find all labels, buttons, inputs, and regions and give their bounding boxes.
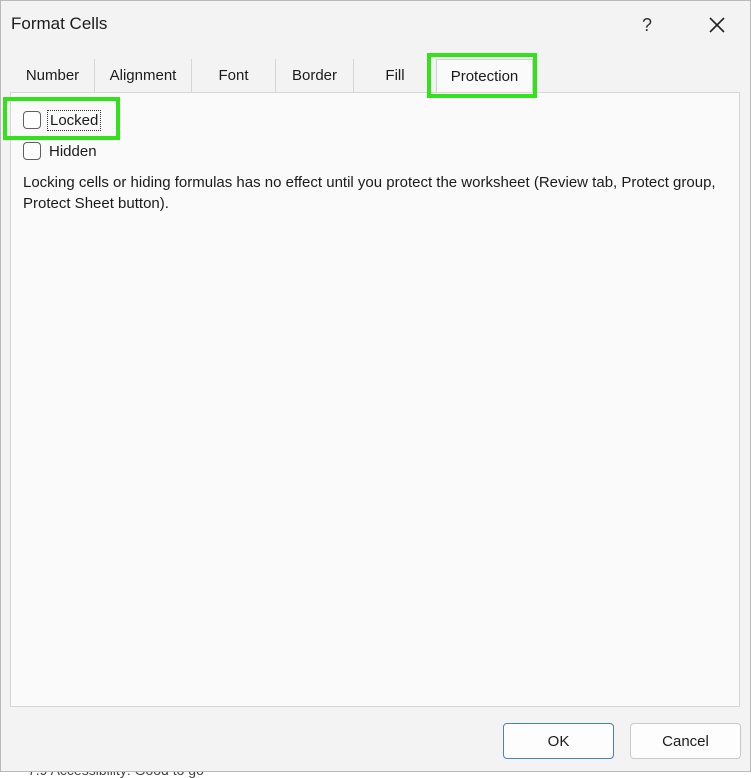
close-icon	[709, 17, 725, 33]
dialog-title: Format Cells	[11, 14, 108, 33]
locked-checkbox[interactable]	[23, 111, 41, 129]
locked-checkbox-row[interactable]: Locked	[23, 109, 102, 131]
format-cells-dialog: Format Cells ? Number Alignment Font Bor…	[0, 0, 751, 772]
protection-note: Locking cells or hiding formulas has no …	[23, 174, 716, 212]
tab-strip: Number Alignment Font Border Fill Protec…	[11, 59, 741, 93]
tab-fill[interactable]: Fill	[354, 59, 436, 92]
hidden-checkbox[interactable]	[23, 142, 41, 160]
title-bar: Format Cells ?	[1, 1, 750, 49]
protection-panel: Locked Hidden Locking cells or hiding fo…	[10, 92, 740, 707]
hidden-checkbox-row[interactable]: Hidden	[23, 140, 97, 162]
tab-font[interactable]: Font	[192, 59, 276, 92]
hidden-label[interactable]: Hidden	[49, 143, 97, 160]
tab-border[interactable]: Border	[276, 59, 354, 92]
help-button[interactable]: ?	[629, 7, 665, 43]
close-button[interactable]	[699, 7, 735, 43]
tab-alignment[interactable]: Alignment	[95, 59, 192, 92]
ok-button[interactable]: OK	[503, 723, 614, 759]
tab-protection[interactable]: Protection	[436, 59, 533, 93]
tab-number[interactable]: Number	[11, 59, 95, 92]
locked-label[interactable]: Locked	[46, 109, 102, 131]
cancel-button[interactable]: Cancel	[630, 723, 741, 759]
